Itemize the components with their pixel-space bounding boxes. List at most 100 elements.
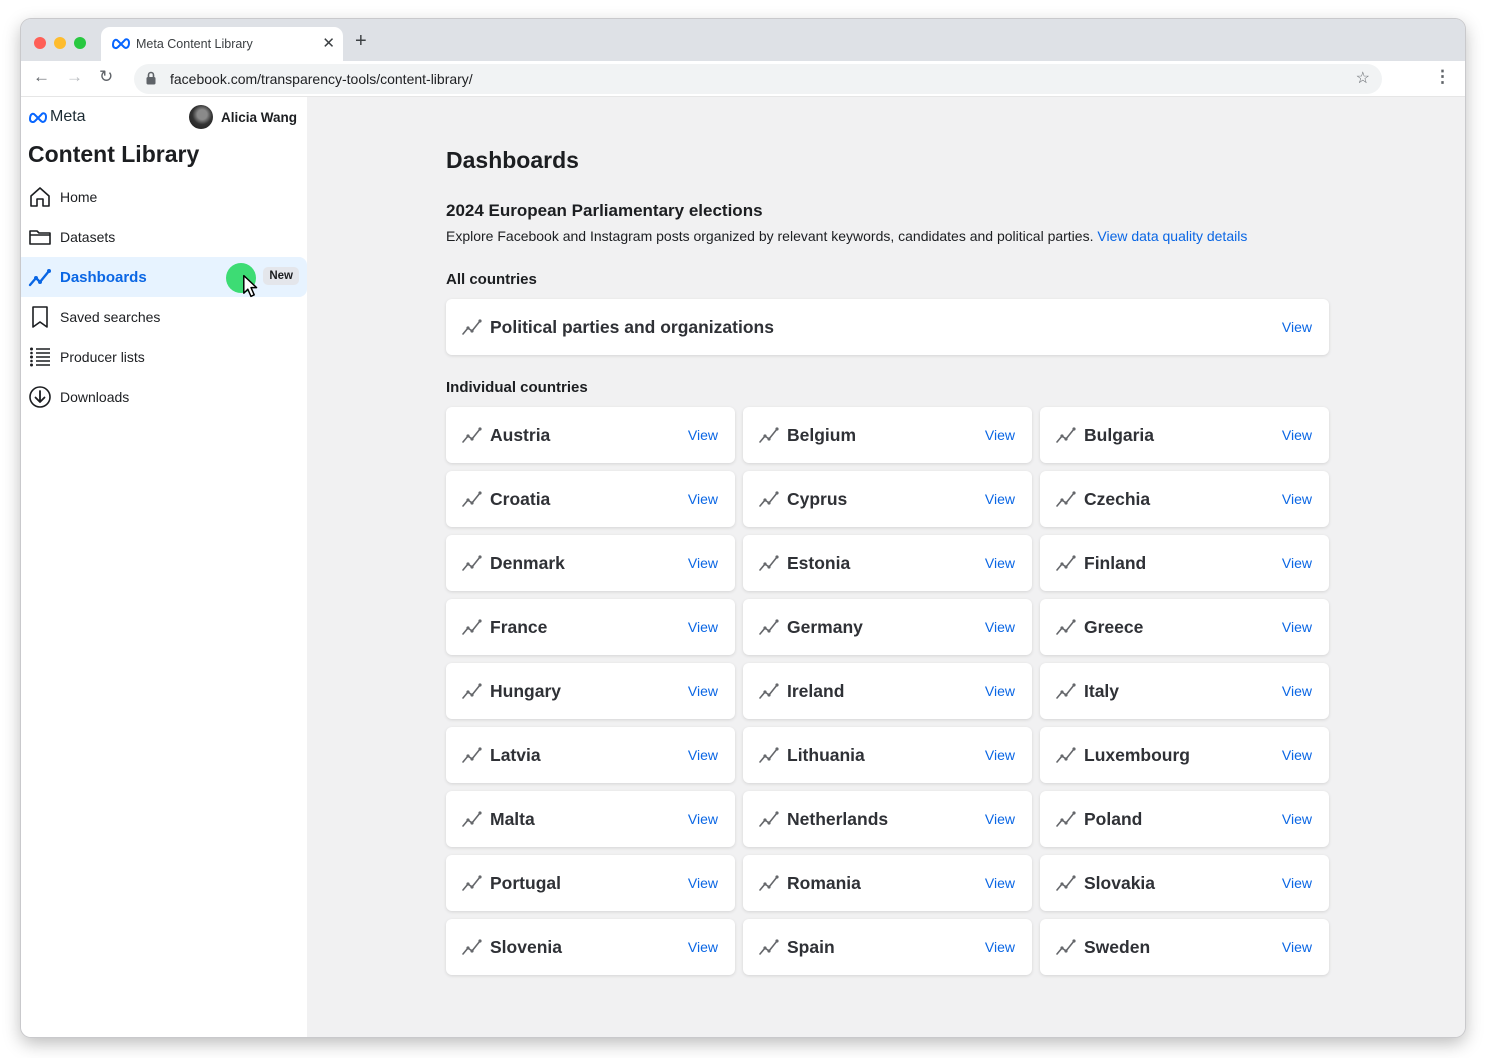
view-link[interactable]: View [1282, 683, 1312, 699]
view-link[interactable]: View [985, 619, 1015, 635]
view-link[interactable]: View [688, 939, 718, 955]
dashboard-card-country[interactable]: Belgium View [743, 407, 1032, 463]
trend-chart-icon [1056, 491, 1076, 507]
sidebar-item-dashboards[interactable]: Dashboards New [21, 257, 307, 298]
card-title: Germany [787, 617, 863, 637]
view-link[interactable]: View [1282, 427, 1312, 443]
view-link[interactable]: View [985, 555, 1015, 571]
trend-chart-icon [759, 939, 779, 955]
view-link[interactable]: View [1282, 747, 1312, 763]
sidebar-item-label: Producer lists [60, 349, 145, 365]
main-content: Dashboards 2024 European Parliamentary e… [307, 97, 1465, 1037]
dashboard-card-country[interactable]: Luxembourg View [1040, 727, 1329, 783]
view-link[interactable]: View [688, 875, 718, 891]
view-link[interactable]: View [688, 619, 718, 635]
back-arrow-icon[interactable]: ← [33, 67, 50, 87]
dashboard-card-country[interactable]: Italy View [1040, 663, 1329, 719]
dashboard-card-country[interactable]: Slovenia View [446, 919, 735, 975]
dashboard-card-country[interactable]: Slovakia View [1040, 855, 1329, 911]
view-link[interactable]: View [985, 747, 1015, 763]
view-link[interactable]: View [1282, 319, 1312, 335]
view-link[interactable]: View [1282, 491, 1312, 507]
dashboard-card-country[interactable]: Czechia View [1040, 471, 1329, 527]
trend-chart-icon [759, 491, 779, 507]
sidebar-item-saved-searches[interactable]: Saved searches [21, 297, 307, 337]
dashboard-card-country[interactable]: Austria View [446, 407, 735, 463]
card-title: Italy [1084, 681, 1120, 701]
dashboard-card-country[interactable]: Spain View [743, 919, 1032, 975]
view-link[interactable]: View [688, 491, 718, 507]
view-link[interactable]: View [985, 491, 1015, 507]
page-title: Dashboards [446, 147, 579, 173]
view-link[interactable]: View [1282, 555, 1312, 571]
view-link[interactable]: View [688, 811, 718, 827]
reload-icon[interactable]: ↻ [99, 67, 113, 87]
browser-window: Meta Content Library ✕ + ← → ↻ facebook.… [21, 19, 1465, 1037]
view-link[interactable]: View [1282, 811, 1312, 827]
dashboard-card-country[interactable]: Finland View [1040, 535, 1329, 591]
sidebar-item-downloads[interactable]: Downloads [21, 377, 307, 417]
browser-menu-icon[interactable]: ⋮ [1434, 67, 1451, 87]
dashboard-card-country[interactable]: Sweden View [1040, 919, 1329, 975]
sidebar-item-datasets[interactable]: Datasets [21, 217, 307, 257]
card-title: France [490, 617, 548, 637]
dashboard-card-country[interactable]: Romania View [743, 855, 1032, 911]
view-link[interactable]: View [1282, 939, 1312, 955]
sidebar-item-home[interactable]: Home [21, 177, 307, 217]
user-profile[interactable]: Alicia Wang [188, 105, 297, 129]
trend-chart-icon [1056, 747, 1076, 763]
view-link[interactable]: View [985, 427, 1015, 443]
dashboard-card-country[interactable]: Bulgaria View [1040, 407, 1329, 463]
view-link[interactable]: View [985, 683, 1015, 699]
sidebar-item-label: Downloads [60, 389, 130, 405]
dashboard-card-country[interactable]: Malta View [446, 791, 735, 847]
sidebar-item-label: Dashboards [60, 268, 147, 286]
view-link[interactable]: View [985, 939, 1015, 955]
bookmark-icon [32, 306, 48, 328]
bookmark-star-icon[interactable]: ☆ [1356, 68, 1370, 88]
trend-chart-icon [1056, 939, 1076, 955]
card-title: Sweden [1084, 937, 1151, 957]
dashboard-card-country[interactable]: Croatia View [446, 471, 735, 527]
dashboard-card-political-parties[interactable]: Political parties and organizations View [446, 299, 1329, 355]
close-tab-icon[interactable]: ✕ [322, 34, 335, 52]
dashboard-card-country[interactable]: Denmark View [446, 535, 735, 591]
section-description: Explore Facebook and Instagram posts org… [446, 228, 1247, 244]
view-link[interactable]: View [688, 747, 718, 763]
close-window-button[interactable] [34, 37, 46, 49]
dashboard-card-country[interactable]: France View [446, 599, 735, 655]
view-link[interactable]: View [1282, 619, 1312, 635]
view-link[interactable]: View [688, 427, 718, 443]
minimize-window-button[interactable] [54, 37, 66, 49]
dashboard-card-country[interactable]: Netherlands View [743, 791, 1032, 847]
meta-logo[interactable]: Meta [28, 108, 86, 126]
dashboard-card-country[interactable]: Poland View [1040, 791, 1329, 847]
view-link[interactable]: View [985, 811, 1015, 827]
dashboard-card-country[interactable]: Hungary View [446, 663, 735, 719]
dashboard-card-country[interactable]: Portugal View [446, 855, 735, 911]
view-link[interactable]: View [985, 875, 1015, 891]
card-title: Romania [787, 873, 861, 893]
view-link[interactable]: View [688, 683, 718, 699]
dashboard-card-country[interactable]: Latvia View [446, 727, 735, 783]
maximize-window-button[interactable] [74, 37, 86, 49]
dashboard-card-country[interactable]: Greece View [1040, 599, 1329, 655]
section-description-text: Explore Facebook and Instagram posts org… [446, 228, 1094, 244]
address-bar[interactable]: facebook.com/transparency-tools/content-… [134, 64, 1382, 94]
dashboard-card-country[interactable]: Ireland View [743, 663, 1032, 719]
dashboard-card-country[interactable]: Estonia View [743, 535, 1032, 591]
data-quality-link[interactable]: View data quality details [1097, 228, 1247, 244]
browser-tab[interactable]: Meta Content Library ✕ [101, 27, 343, 61]
view-link[interactable]: View [1282, 875, 1312, 891]
new-tab-button[interactable]: + [355, 30, 367, 53]
dashboard-card-country[interactable]: Lithuania View [743, 727, 1032, 783]
view-link[interactable]: View [688, 555, 718, 571]
forward-arrow-icon[interactable]: → [66, 67, 83, 87]
trend-chart-icon [1056, 683, 1076, 699]
trend-chart-icon [1056, 555, 1076, 571]
sidebar-item-producer-lists[interactable]: Producer lists [21, 337, 307, 377]
dashboard-card-country[interactable]: Germany View [743, 599, 1032, 655]
dashboard-card-country[interactable]: Cyprus View [743, 471, 1032, 527]
trend-chart-icon [462, 555, 482, 571]
card-title: Lithuania [787, 745, 865, 765]
